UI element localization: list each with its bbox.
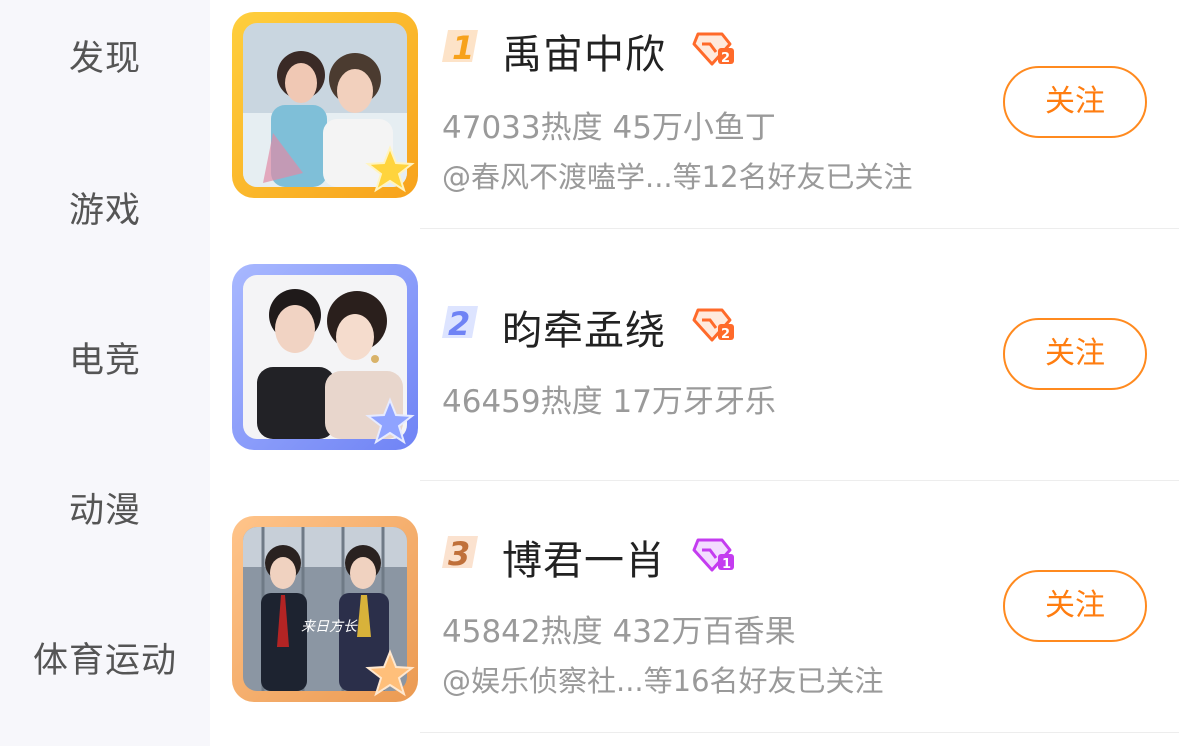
diamond-purple-icon: 1 [692, 538, 734, 572]
fans-value: 432万百香果 [612, 614, 796, 650]
sidebar-item-discover[interactable]: 发现 [0, 30, 210, 81]
diamond-orange-icon: 2 [692, 32, 734, 66]
heat-value: 46459热度 [442, 384, 603, 420]
sidebar-item-sports[interactable]: 体育运动 [0, 632, 210, 683]
rank-1-icon: 1 [442, 29, 478, 66]
svg-text:3: 3 [448, 535, 470, 572]
svg-text:来日方长: 来日方长 [301, 619, 358, 635]
heat-value: 45842热度 [442, 614, 603, 650]
divider [420, 480, 1179, 481]
divider [420, 228, 1179, 229]
svg-text:1: 1 [452, 29, 474, 66]
list-item[interactable]: 2 昀牵孟绕 2 46459热度 17万牙牙乐 关注 [210, 250, 1179, 500]
divider [420, 732, 1179, 733]
fans-value: 45万小鱼丁 [612, 110, 776, 146]
avatar[interactable] [232, 264, 418, 450]
friends-following: @春风不渡嗑学...等12名好友已关注 [442, 160, 913, 194]
svg-text:1: 1 [722, 557, 731, 572]
avatar[interactable]: 来日方长 [232, 516, 418, 702]
category-sidebar: 发现 游戏 电竞 动漫 体育运动 [0, 0, 210, 746]
list-item[interactable]: 1 禹宙中欣 2 47033热度 45万小鱼丁 @春风不渡嗑学...等12名好友… [210, 0, 1179, 250]
heat-stats: 46459热度 17万牙牙乐 [442, 376, 776, 421]
follow-button[interactable]: 关注 [1003, 318, 1147, 390]
follow-button[interactable]: 关注 [1003, 66, 1147, 138]
follow-button[interactable]: 关注 [1003, 570, 1147, 642]
diamond-orange-icon: 2 [692, 308, 734, 342]
svg-text:2: 2 [448, 305, 470, 342]
heat-value: 47033热度 [442, 110, 603, 146]
list-item[interactable]: 来日方长 3 博君一肖 1 45842热度 432万百香果 @娱乐侦察社...等… [210, 500, 1179, 746]
sidebar-item-anime[interactable]: 动漫 [0, 482, 210, 533]
rank-2-icon: 2 [442, 305, 478, 342]
heat-stats: 47033热度 45万小鱼丁 [442, 102, 776, 147]
star-badge-icon [365, 649, 415, 697]
friends-following: @娱乐侦察社...等16名好友已关注 [442, 664, 884, 698]
svg-text:2: 2 [721, 51, 730, 66]
star-badge-icon [365, 397, 415, 445]
heat-stats: 45842热度 432万百香果 [442, 606, 796, 651]
sidebar-item-games[interactable]: 游戏 [0, 182, 210, 233]
svg-text:2: 2 [721, 327, 730, 342]
rank-3-icon: 3 [442, 535, 478, 572]
group-name[interactable]: 博君一肖 [502, 528, 666, 586]
avatar[interactable] [232, 12, 418, 198]
screen: 发现 游戏 电竞 动漫 体育运动 1 禹宙中欣 2 47033热度 45万小鱼丁… [0, 0, 1179, 746]
sidebar-item-esports[interactable]: 电竞 [0, 332, 210, 383]
group-name[interactable]: 禹宙中欣 [502, 22, 666, 80]
group-name[interactable]: 昀牵孟绕 [502, 298, 666, 356]
fans-value: 17万牙牙乐 [612, 384, 776, 420]
star-badge-icon [365, 145, 415, 193]
